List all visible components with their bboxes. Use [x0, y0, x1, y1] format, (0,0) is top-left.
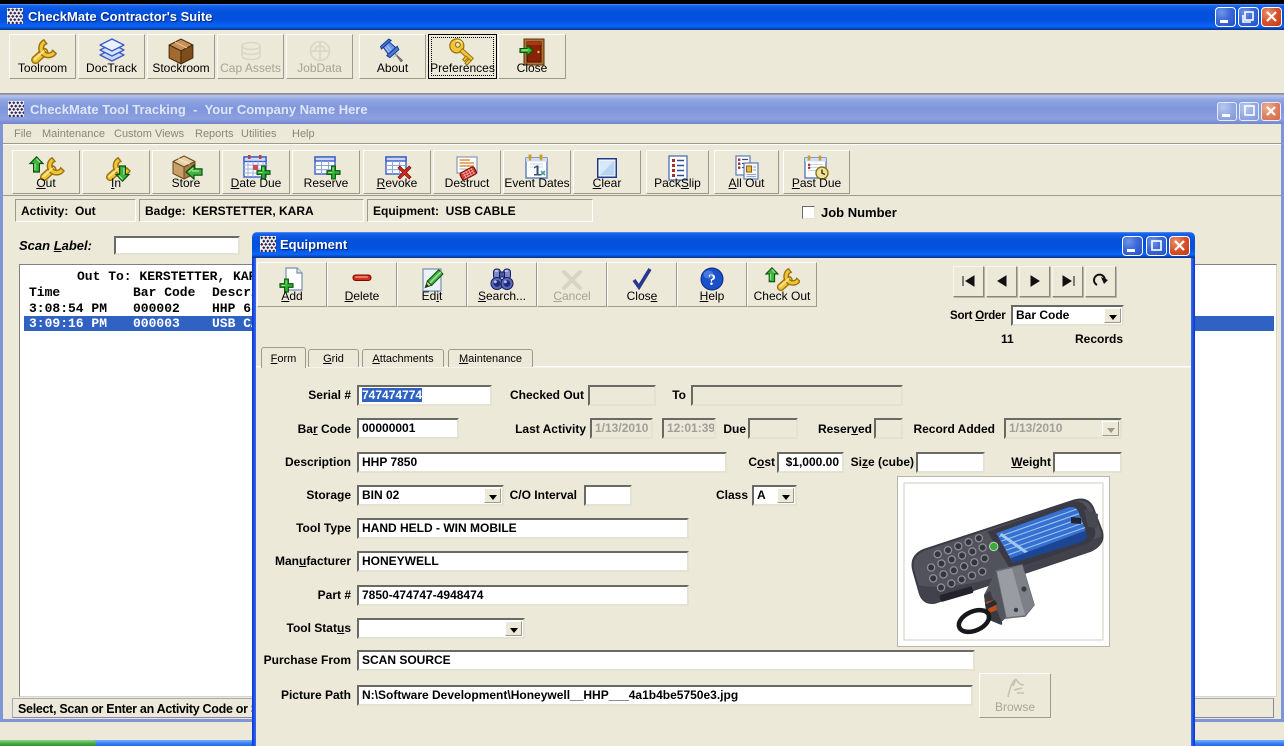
svg-text:?: ? [708, 272, 716, 289]
